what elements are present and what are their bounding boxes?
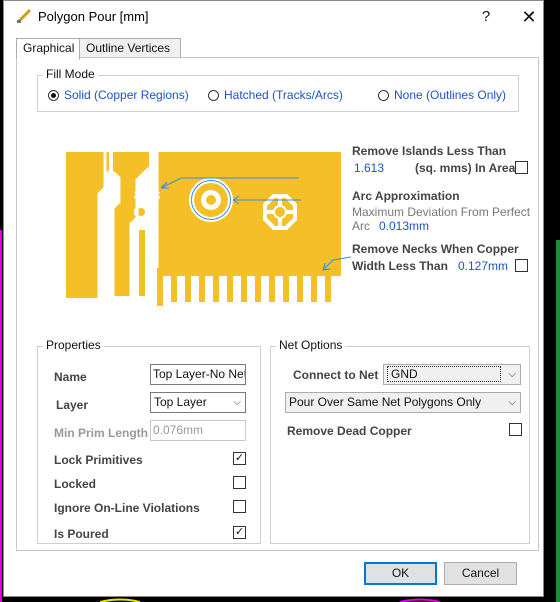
remove-necks-label: Remove Necks When Copper (352, 242, 519, 256)
graphical-panel: Fill Mode Solid (Copper Regions) Hatched… (16, 57, 539, 551)
arc-approximation-value[interactable]: 0.013mm (379, 219, 429, 233)
net-options-label: Net Options (276, 338, 346, 352)
radio-none[interactable]: None (Outlines Only) (378, 88, 506, 102)
lock-primitives-checkbox[interactable]: ✓ (233, 452, 246, 465)
ignore-violations-checkbox[interactable] (233, 500, 246, 513)
close-button[interactable]: ✕ (517, 6, 541, 28)
arc-approximation-desc2: Arc (352, 219, 370, 233)
pour-mode-value: Pour Over Same Net Polygons Only (289, 395, 482, 409)
radio-label: None (Outlines Only) (394, 88, 507, 102)
remove-islands-unit: (sq. mms) In Area (415, 161, 516, 175)
fill-mode-label: Fill Mode (43, 67, 98, 81)
min-prim-input[interactable]: 0.076mm (150, 420, 246, 441)
connect-to-net-select[interactable]: GND ⌵ (383, 364, 521, 385)
net-options-group: Net Options Connect to Net GND ⌵ Pour Ov… (270, 338, 530, 544)
layer-select[interactable]: Top Layer ⌵ (150, 392, 246, 413)
fill-mode-group: Fill Mode Solid (Copper Regions) Hatched… (37, 67, 519, 112)
properties-label: Properties (43, 338, 104, 352)
layer-value: Top Layer (154, 395, 207, 409)
radio-label: Hatched (Tracks/Arcs) (224, 88, 343, 102)
chevron-down-icon: ⌵ (508, 397, 516, 408)
properties-group: Properties Name Top Layer-No Net Layer T… (37, 338, 261, 544)
polygon-pour-dialog: Polygon Pour [mm] ? ✕ Graphical Outline … (3, 0, 544, 597)
radio-hatched[interactable]: Hatched (Tracks/Arcs) (208, 88, 343, 102)
tab-outline-vertices[interactable]: Outline Vertices (79, 38, 181, 58)
background-trace (556, 240, 560, 602)
title-bar: Polygon Pour [mm] ? ✕ (4, 1, 543, 32)
background-trace (0, 230, 2, 602)
locked-checkbox[interactable] (233, 476, 246, 489)
remove-dead-copper-label: Remove Dead Copper (287, 424, 412, 438)
layer-label: Layer (56, 398, 89, 412)
remove-necks-value[interactable]: 0.127mm (458, 259, 508, 273)
name-label: Name (54, 370, 87, 384)
connect-to-net-label: Connect to Net (293, 368, 379, 382)
name-input[interactable]: Top Layer-No Net (150, 364, 246, 385)
locked-label: Locked (54, 477, 97, 491)
remove-necks-label2: Width Less Than (352, 259, 448, 273)
remove-islands-value[interactable]: 1.613 (354, 161, 384, 175)
arc-approximation-desc: Maximum Deviation From Perfect (352, 205, 531, 219)
chevron-down-icon: ⌵ (508, 369, 516, 380)
remove-islands-checkbox[interactable] (515, 161, 528, 174)
radio-label: Solid (Copper Regions) (64, 88, 189, 102)
is-poured-checkbox[interactable]: ✓ (233, 526, 246, 539)
lock-primitives-label: Lock Primitives (54, 453, 143, 467)
radio-button[interactable] (208, 89, 219, 101)
arc-approximation-label: Arc Approximation (352, 189, 460, 203)
remove-necks-checkbox[interactable] (515, 259, 528, 272)
remove-islands-label: Remove Islands Less Than (352, 144, 507, 158)
pour-mode-select[interactable]: Pour Over Same Net Polygons Only ⌵ (285, 392, 521, 413)
connect-to-net-value: GND (387, 366, 501, 382)
help-button[interactable]: ? (474, 6, 498, 28)
polygon-pour-illustration (66, 152, 351, 306)
min-prim-label: Min Prim Length (54, 426, 148, 440)
polygon-pour-icon (16, 8, 32, 24)
cancel-button[interactable]: Cancel (444, 562, 517, 585)
is-poured-label: Is Poured (54, 527, 109, 541)
radio-solid[interactable]: Solid (Copper Regions) (48, 88, 189, 102)
remove-dead-copper-checkbox[interactable] (509, 423, 522, 436)
radio-button[interactable] (48, 89, 59, 101)
ignore-violations-label: Ignore On-Line Violations (54, 501, 200, 515)
chevron-down-icon: ⌵ (233, 397, 241, 408)
radio-button[interactable] (378, 89, 389, 101)
window-title: Polygon Pour [mm] (38, 9, 149, 24)
ok-button[interactable]: OK (364, 562, 437, 585)
tab-graphical[interactable]: Graphical (16, 38, 80, 60)
background-trace (100, 598, 441, 602)
